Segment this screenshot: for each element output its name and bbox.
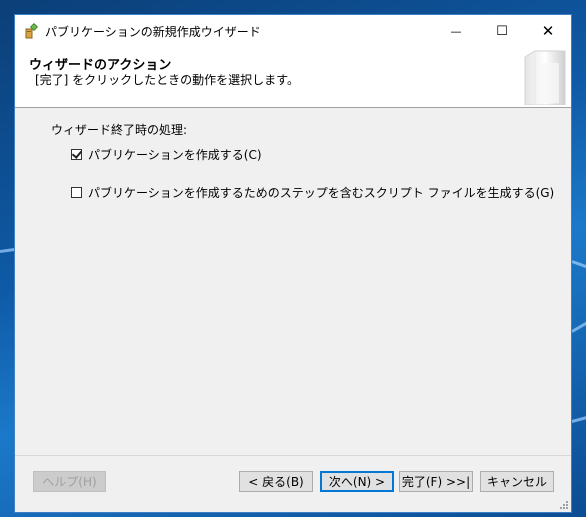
footer-divider <box>15 455 571 456</box>
desktop-light-streak <box>571 320 586 333</box>
minimize-button[interactable]: — <box>433 15 479 47</box>
page-subtitle: [完了] をクリックしたときの動作を選択します。 <box>35 73 299 87</box>
next-button[interactable]: 次へ(N) > <box>320 471 394 492</box>
close-button[interactable]: ✕ <box>525 15 571 47</box>
maximize-button[interactable]: ☐ <box>479 15 525 47</box>
resize-grip-icon[interactable] <box>559 500 569 510</box>
back-button[interactable]: < 戻る(B) <box>239 471 313 492</box>
help-button[interactable]: ヘルプ(H) <box>33 471 106 492</box>
wizard-gear-icon <box>25 23 38 39</box>
desktop-light-streak <box>571 414 586 423</box>
option-generate-script[interactable]: パブリケーションを作成するためのステップを含むスクリプト ファイルを生成する(G… <box>71 184 554 201</box>
wizard-window: パブリケーションの新規作成ウイザード — ☐ ✕ ウィザードのアクション [完了… <box>14 14 572 513</box>
create-publication-checkbox[interactable] <box>71 149 82 160</box>
window-title: パブリケーションの新規作成ウイザード <box>45 25 261 39</box>
maximize-icon: ☐ <box>496 23 508 39</box>
generate-script-label[interactable]: パブリケーションを作成するためのステップを含むスクリプト ファイルを生成する(G… <box>88 184 554 201</box>
desktop-light-streak <box>571 260 586 270</box>
cancel-button[interactable]: キャンセル <box>480 471 554 492</box>
wizard-content: ウィザード終了時の処理: パブリケーションを作成する(C) パブリケーションを作… <box>15 108 571 459</box>
create-publication-label[interactable]: パブリケーションを作成する(C) <box>88 146 262 163</box>
title-bar[interactable]: パブリケーションの新規作成ウイザード — ☐ ✕ <box>15 15 571 47</box>
minimize-icon: — <box>450 24 462 38</box>
option-create-publication[interactable]: パブリケーションを作成する(C) <box>71 146 262 163</box>
glass-panel-icon <box>524 50 566 105</box>
generate-script-checkbox[interactable] <box>71 187 82 198</box>
finish-button[interactable]: 完了(F) >>| <box>399 471 473 492</box>
group-label: ウィザード終了時の処理: <box>51 123 188 137</box>
close-icon: ✕ <box>541 22 555 40</box>
wizard-header: ウィザードのアクション [完了] をクリックしたときの動作を選択します。 <box>15 47 571 108</box>
